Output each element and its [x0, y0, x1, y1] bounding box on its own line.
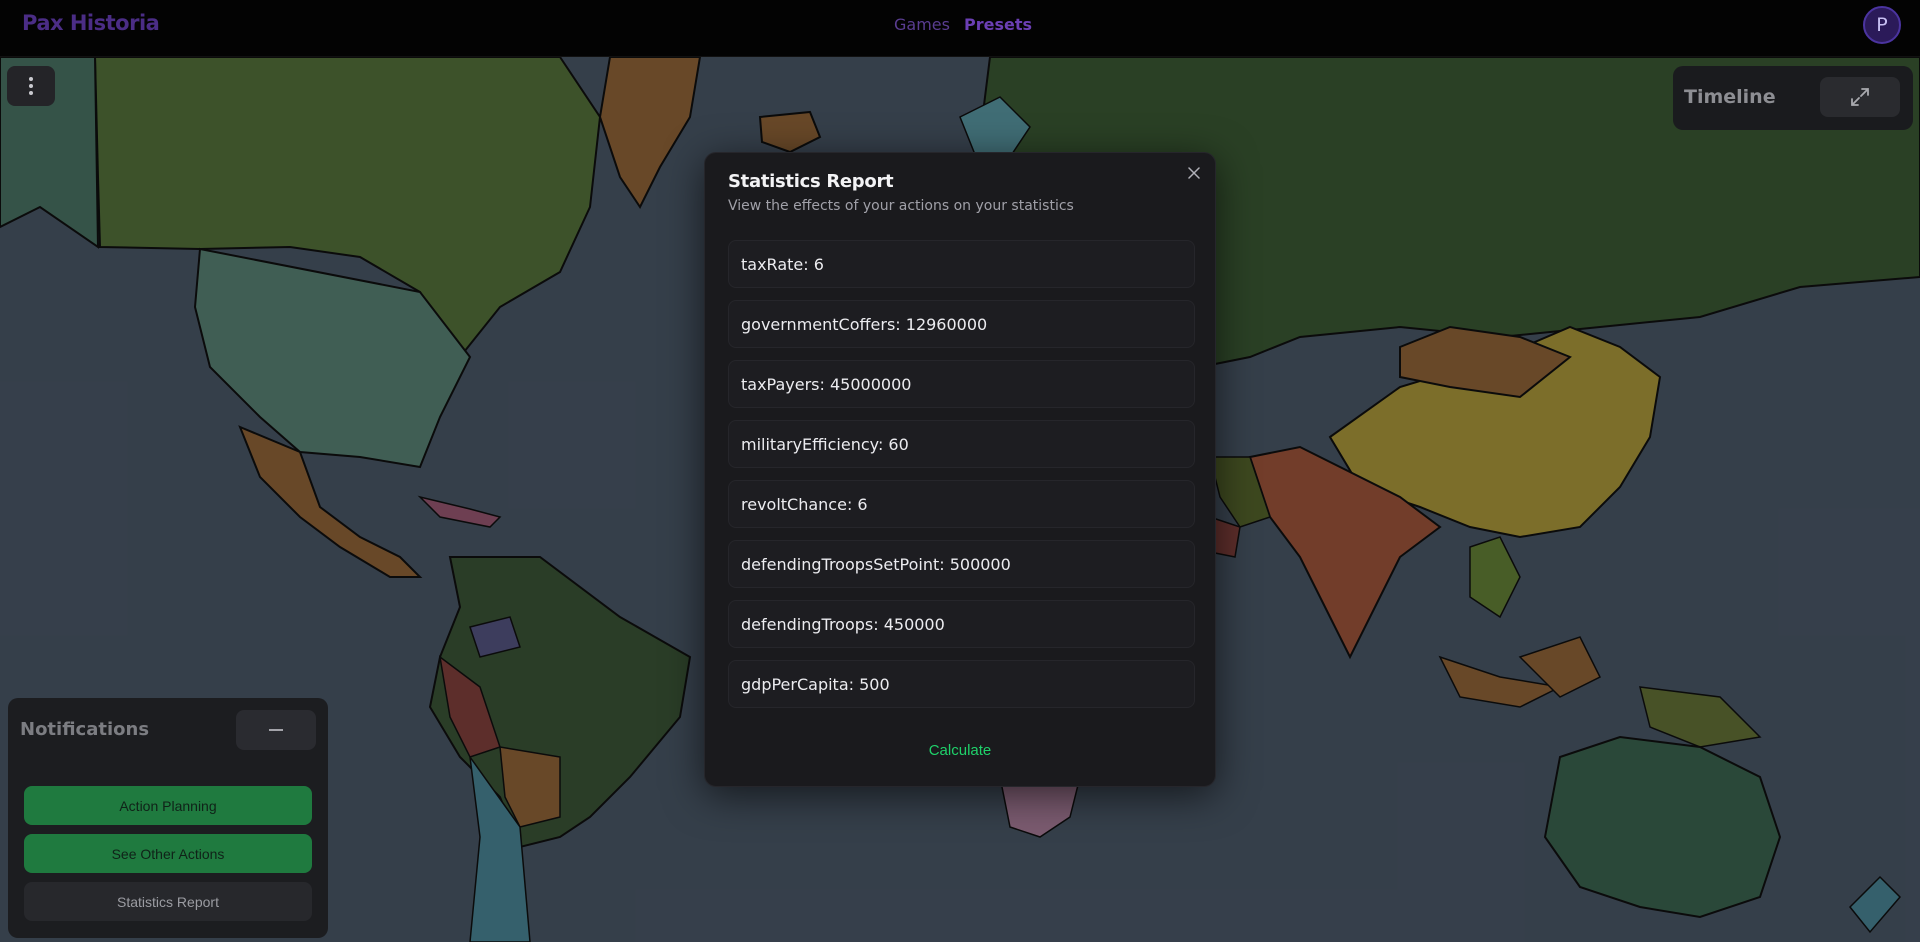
nav-games[interactable]: Games — [894, 15, 950, 34]
minus-icon — [269, 729, 283, 731]
stat-defending-troops-set-point: defendingTroopsSetPoint: 500000 — [728, 540, 1195, 588]
modal-title: Statistics Report — [728, 171, 894, 192]
timeline-panel: Timeline — [1673, 66, 1913, 130]
timeline-label: Timeline — [1684, 86, 1776, 108]
vertical-dots-icon — [29, 77, 33, 81]
close-icon — [1188, 167, 1200, 179]
stat-tax-payers: taxPayers: 45000000 — [728, 360, 1195, 408]
notifications-title: Notifications — [20, 719, 150, 740]
modal-close-button[interactable] — [1184, 163, 1204, 183]
avatar[interactable]: P — [1863, 6, 1901, 44]
notifications-minimize-button[interactable] — [236, 710, 316, 750]
stat-tax-rate: taxRate: 6 — [728, 240, 1195, 288]
notifications-panel: Notifications Action Planning See Other … — [8, 698, 328, 938]
stat-gdp-per-capita: gdpPerCapita: 500 — [728, 660, 1195, 708]
brand-logo[interactable]: Pax Historia — [22, 11, 160, 35]
stat-revolt-chance: revoltChance: 6 — [728, 480, 1195, 528]
calculate-button[interactable]: Calculate — [705, 742, 1215, 759]
map-menu-button[interactable] — [7, 66, 55, 106]
stat-military-efficiency: militaryEfficiency: 60 — [728, 420, 1195, 468]
stat-government-coffers: governmentCoffers: 12960000 — [728, 300, 1195, 348]
action-planning-button[interactable]: Action Planning — [24, 786, 312, 825]
see-other-actions-button[interactable]: See Other Actions — [24, 834, 312, 873]
statistics-report-modal: Statistics Report View the effects of yo… — [704, 152, 1216, 787]
stats-list: taxRate: 6 governmentCoffers: 12960000 t… — [728, 240, 1195, 720]
timeline-expand-button[interactable] — [1820, 77, 1900, 117]
expand-arrows-icon — [1851, 88, 1869, 106]
modal-subtitle: View the effects of your actions on your… — [728, 198, 1074, 214]
stat-defending-troops: defendingTroops: 450000 — [728, 600, 1195, 648]
nav-presets[interactable]: Presets — [964, 15, 1032, 34]
top-bar: Pax Historia Games Presets P — [0, 0, 1920, 57]
statistics-report-button[interactable]: Statistics Report — [24, 882, 312, 921]
top-nav: Games Presets — [894, 15, 1032, 34]
